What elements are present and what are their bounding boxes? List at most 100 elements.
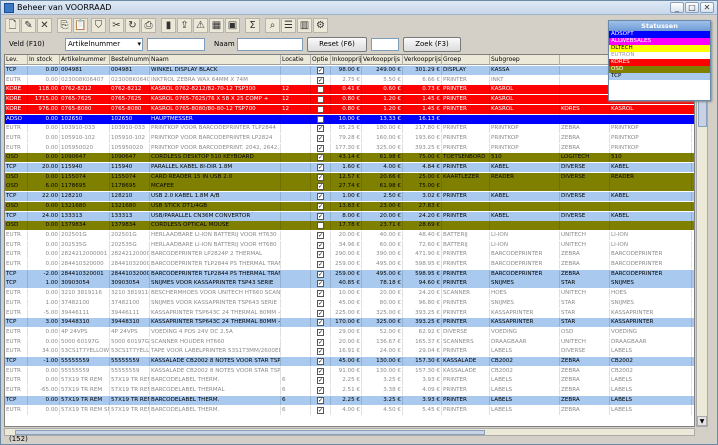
column-header[interactable]: Verkoopprijs Ex bbox=[362, 55, 403, 65]
table-row[interactable]: KORE 118.00 0762-8212 0762-8212 KASROL 0762-… bbox=[5, 85, 694, 95]
table-row[interactable]: EUTR 0.00 55555559 55555559 KASSALADE CB2002… bbox=[5, 366, 694, 376]
table-row[interactable]: TCP 0.00 57X19 TR REM 57X19 TR REM BARCODELA… bbox=[5, 395, 694, 405]
optie3-checkbox[interactable] bbox=[311, 114, 331, 124]
table-row[interactable]: EUTR0.0028242120000012824212000001BARCOD… bbox=[5, 250, 694, 260]
optie3-checkbox[interactable]: ✓ bbox=[311, 357, 331, 366]
table-row[interactable]: EUTR 0.00 202501G 202501G HERLAADBARE LI-ION… bbox=[5, 230, 694, 240]
table-row[interactable]: EUTR 0.00 105910-102 105910-102 PRINTKOP VOO… bbox=[5, 133, 694, 143]
table-row[interactable]: EUTR 0.00 57X19 TR REM 57X19 TR REM BARCODEL… bbox=[5, 376, 694, 386]
checkbox-icon[interactable]: ✓ bbox=[317, 348, 324, 356]
optie3-checkbox[interactable] bbox=[311, 85, 331, 95]
list-icon[interactable]: ☰ bbox=[281, 18, 296, 33]
table-row[interactable]: TCP 22.00 128210 128210 USB 2.0 KABEL 1.8M A… bbox=[5, 192, 694, 202]
optie3-checkbox[interactable]: ✓ bbox=[311, 75, 331, 85]
maximize-button[interactable]: □ bbox=[685, 2, 699, 13]
table-row[interactable]: TCP 1.00 30903054 30903054 SNIJMES VOOR KASS… bbox=[5, 279, 694, 289]
optie3-checkbox[interactable]: ✓ bbox=[311, 347, 331, 357]
checkbox-icon[interactable]: ✓ bbox=[317, 367, 324, 375]
export-icon[interactable]: ⇪ bbox=[177, 18, 192, 33]
table-row[interactable]: EUTR 0.00 202535G 202535G HERLAADBARE LI-ION… bbox=[5, 240, 694, 250]
reset-button[interactable]: Reset (F6) bbox=[307, 37, 367, 52]
column-header[interactable]: Optie 3 bbox=[311, 55, 331, 65]
table-row[interactable]: TCP -2.00 284410320001 284410320001 BARCODEP… bbox=[5, 269, 694, 279]
optie3-checkbox[interactable]: ✓ bbox=[311, 172, 331, 182]
optie3-checkbox[interactable]: ✓ bbox=[311, 337, 331, 347]
optie3-checkbox[interactable]: ✓ bbox=[311, 192, 331, 202]
barcode-icon[interactable]: ▮ bbox=[161, 18, 176, 33]
copy-icon[interactable]: ⎘ bbox=[57, 18, 72, 33]
checkbox-icon[interactable] bbox=[317, 115, 324, 123]
checkbox-icon[interactable]: ✓ bbox=[317, 309, 324, 317]
checkbox-icon[interactable] bbox=[317, 222, 324, 230]
optie3-checkbox[interactable]: ✓ bbox=[311, 376, 331, 386]
scroll-down-icon[interactable]: ▼ bbox=[697, 416, 707, 426]
checkbox-icon[interactable]: ✓ bbox=[317, 183, 324, 191]
checkbox-icon[interactable]: ✓ bbox=[317, 193, 324, 201]
optie3-checkbox[interactable] bbox=[311, 95, 331, 105]
table-row[interactable]: EUTR -5.00 39446111 39446111 KASSAPRINTER TS… bbox=[5, 308, 694, 318]
checkbox-icon[interactable]: ✓ bbox=[317, 76, 324, 84]
table-row[interactable]: EUTR 0.00 023008K06407 023008K06407 INKTROL … bbox=[5, 75, 694, 85]
checkbox-icon[interactable]: ✓ bbox=[317, 396, 324, 404]
table-row[interactable]: EUTR0.0057X19 TR REM SMALL57X19 TR REM S… bbox=[5, 405, 694, 415]
sum-icon[interactable]: Σ bbox=[245, 18, 260, 33]
checkbox-icon[interactable]: ✓ bbox=[317, 173, 324, 181]
minimize-button[interactable]: _ bbox=[670, 2, 684, 13]
field-value-input[interactable] bbox=[147, 38, 205, 51]
paste-icon[interactable]: 📋 bbox=[73, 18, 88, 33]
optie3-checkbox[interactable] bbox=[311, 221, 331, 231]
checkbox-icon[interactable]: ✓ bbox=[317, 212, 324, 220]
calculator-icon[interactable]: ▣ bbox=[225, 18, 240, 33]
column-header[interactable]: Artikelnummer bbox=[60, 55, 110, 65]
column-header[interactable]: Lev. bbox=[5, 55, 28, 65]
optie3-checkbox[interactable]: ✓ bbox=[311, 289, 331, 299]
optie3-checkbox[interactable]: ✓ bbox=[311, 124, 331, 134]
close-button[interactable]: ✕ bbox=[700, 2, 714, 13]
chart-icon[interactable]: ▥ bbox=[297, 18, 312, 33]
checkbox-icon[interactable]: ✓ bbox=[317, 270, 324, 278]
table-row[interactable]: TCP 24.00 133313 133313 USB/PARALLEL CN36M C… bbox=[5, 211, 694, 221]
table-row[interactable]: EUTR 0.00 4P 24VPS 4P 24VPS VOEDING 4 POS 24… bbox=[5, 327, 694, 337]
optie3-checkbox[interactable]: ✓ bbox=[311, 201, 331, 211]
column-header[interactable]: Subgroep bbox=[490, 55, 560, 65]
table-row[interactable]: TCP 3.00 39448310 39448310 KASSAPRINTER TSP6… bbox=[5, 318, 694, 328]
table-row[interactable]: OSD 0.00 1155074 1155074 CARD READER 15 IN U… bbox=[5, 172, 694, 182]
filter-icon[interactable]: ⛉ bbox=[91, 18, 106, 33]
optie3-checkbox[interactable]: ✓ bbox=[311, 182, 331, 192]
vertical-scrollbar[interactable]: ▲ ▼ bbox=[696, 54, 708, 427]
checkbox-icon[interactable]: ✓ bbox=[317, 164, 324, 171]
optie3-checkbox[interactable]: ✓ bbox=[311, 405, 331, 415]
search-input[interactable] bbox=[371, 38, 399, 51]
checkbox-icon[interactable]: ✓ bbox=[317, 231, 324, 239]
checkbox-icon[interactable]: ✓ bbox=[317, 377, 324, 385]
cut-icon[interactable]: ✂ bbox=[109, 18, 124, 33]
checkbox-icon[interactable]: ✓ bbox=[317, 251, 324, 259]
optie3-checkbox[interactable]: ✓ bbox=[311, 279, 331, 289]
column-header[interactable]: Verkoopprijs bbox=[403, 55, 442, 65]
optie3-checkbox[interactable]: ✓ bbox=[311, 211, 331, 221]
optie3-checkbox[interactable]: ✓ bbox=[311, 153, 331, 163]
column-header[interactable]: Locatie bbox=[281, 55, 311, 65]
checkbox-icon[interactable]: ✓ bbox=[317, 125, 324, 133]
table-row[interactable]: KORE 976.00 0765-8080 0765-8080 KASROL 0765-… bbox=[5, 104, 694, 114]
table-row[interactable]: OSD 0.00 1090647 1090647 CORDLESS DESKTOP 51… bbox=[5, 153, 694, 163]
table-row[interactable]: EUTR 0.00 284410320000 284410320000 BARCODEP… bbox=[5, 260, 694, 269]
optie3-checkbox[interactable]: ✓ bbox=[311, 163, 331, 172]
checkbox-icon[interactable]: ✓ bbox=[317, 202, 324, 210]
search-icon[interactable]: ⌕ bbox=[265, 18, 280, 33]
delete-icon[interactable]: ✕ bbox=[37, 18, 52, 33]
table-row[interactable]: EUTR -65.00 57X19 TR REM 57X19 TR REM BARCOD… bbox=[5, 386, 694, 396]
table-row[interactable]: KORE 1715.00 0765-7625 0765-7625 KASROL 0765… bbox=[5, 95, 694, 105]
optie3-checkbox[interactable]: ✓ bbox=[311, 308, 331, 318]
checkbox-icon[interactable]: ✓ bbox=[317, 67, 324, 74]
optie3-checkbox[interactable]: ✓ bbox=[311, 143, 331, 153]
print-icon[interactable]: ⎙ bbox=[141, 18, 156, 33]
checkbox-icon[interactable]: ✓ bbox=[317, 261, 324, 268]
table-row[interactable]: ADSO 0.00 102650 102650 HAUPTMESSER 10.00 €13… bbox=[5, 114, 694, 124]
column-header[interactable]: Groep bbox=[442, 55, 490, 65]
table-row[interactable]: EUTR34.0053CS1T7YELLOW53CS1T7YELLOWTAPE … bbox=[5, 347, 694, 357]
checkbox-icon[interactable]: ✓ bbox=[317, 319, 324, 327]
optie3-checkbox[interactable]: ✓ bbox=[311, 327, 331, 337]
table-row[interactable]: OSD 0.00 1379834 1379834 CORDLESS OPTICAL MO… bbox=[5, 221, 694, 231]
table-row[interactable]: EUTR 0.00 105950020 105950020 PRINTKOP VOOR … bbox=[5, 143, 694, 153]
